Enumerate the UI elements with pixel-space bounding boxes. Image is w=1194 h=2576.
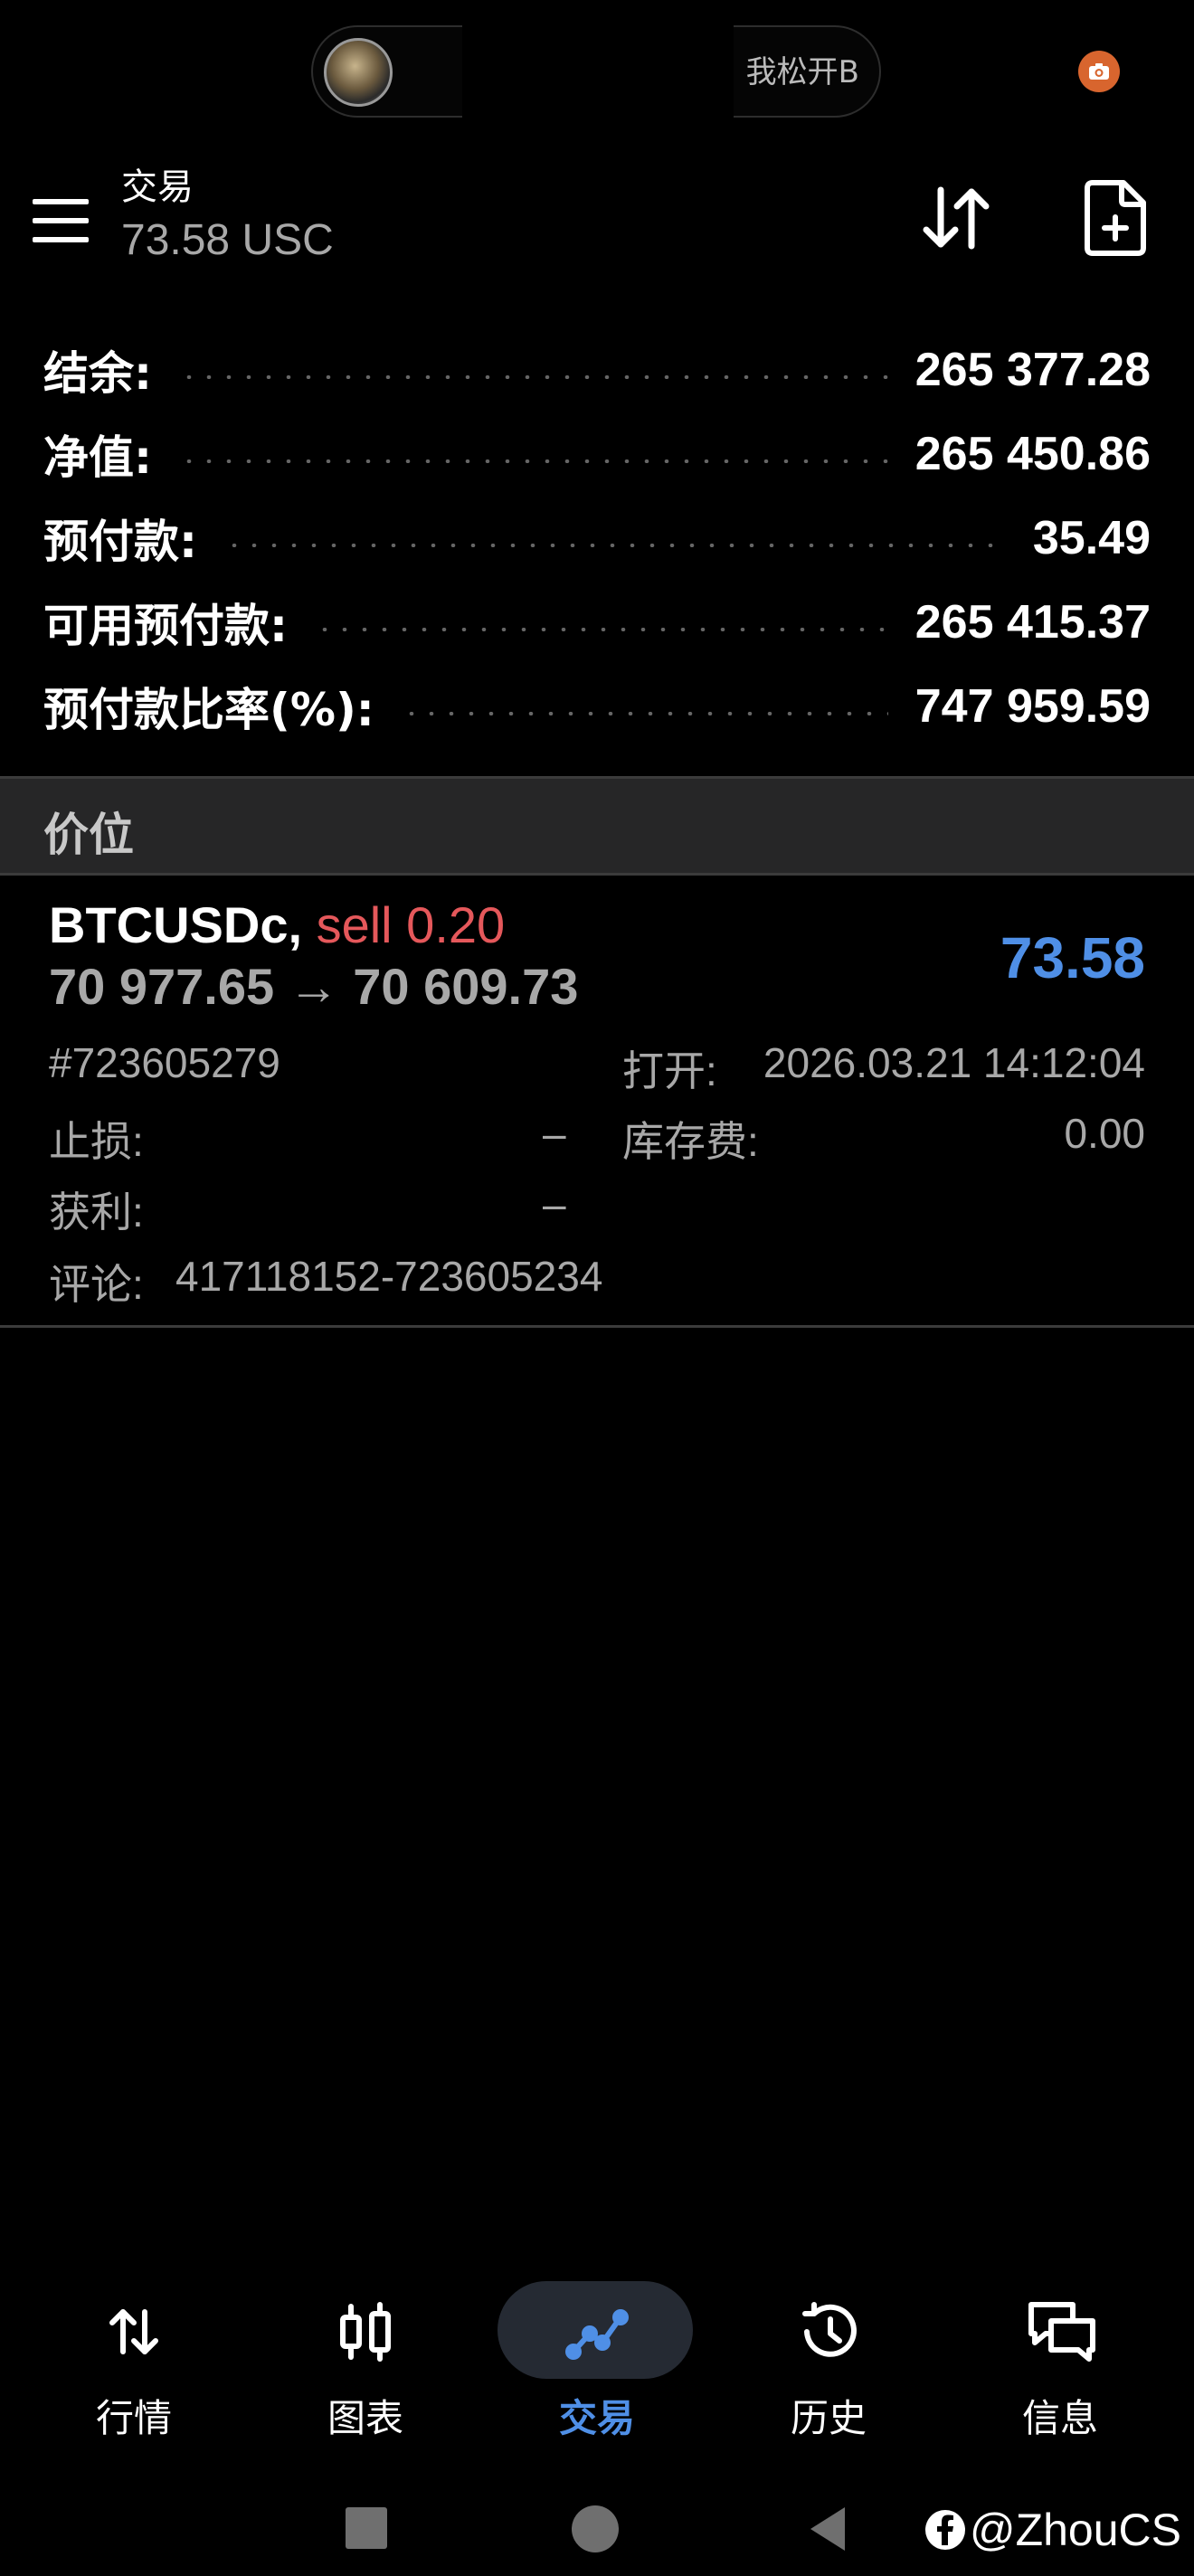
watermark-text: @ZhouCS [969, 2505, 1181, 2555]
sort-icon[interactable] [919, 181, 993, 255]
nav-tab-history[interactable]: 历史 [729, 2261, 928, 2440]
summary-value: 265 377.28 [914, 343, 1151, 396]
page-title: 交易 [121, 166, 194, 208]
comment-value: 417118152-723605234 [175, 1253, 603, 1300]
dot-leader [315, 627, 888, 631]
summary-value: 265 415.37 [914, 595, 1151, 649]
summary-row-margin-level: 预付款比率(%): 747 959.59 [0, 664, 1194, 748]
island-ticker-text: 我松开B [745, 54, 859, 90]
island-cutout [462, 24, 734, 123]
summary-row-equity: 净值: 265 450.86 [0, 412, 1194, 496]
open-time-label: 打开: [622, 1047, 717, 1094]
position-ticket: #723605279 [49, 1039, 280, 1086]
quotes-arrows-icon [109, 2309, 158, 2354]
position-profit: 73.58 [1000, 925, 1145, 990]
nav-tab-trade[interactable]: 交易 [498, 2261, 696, 2440]
summary-label: 预付款比率(%): [43, 683, 374, 736]
summary-value: 265 450.86 [914, 427, 1151, 480]
floating-island[interactable]: 我松开B [311, 24, 881, 123]
recents-button[interactable] [346, 2507, 387, 2549]
page-subtitle-profit: 73.58 USC [121, 216, 334, 264]
summary-row-margin: 预付款: 35.49 [0, 496, 1194, 580]
summary-label: 预付款: [43, 515, 197, 568]
nav-label: 交易 [558, 2396, 635, 2440]
nav-tab-messages[interactable]: 信息 [961, 2261, 1160, 2440]
history-clock-icon [802, 2302, 857, 2357]
position-side-volume: sell 0.20 [316, 896, 506, 953]
positions-section-header: 价位 [0, 776, 1194, 876]
facebook-logo-icon [924, 2510, 965, 2550]
position-symbol: BTCUSDc, [49, 896, 303, 953]
nav-tab-chart[interactable]: 图表 [266, 2261, 465, 2440]
dot-leader [179, 374, 888, 379]
trade-line-icon [565, 2309, 629, 2360]
menu-icon[interactable] [33, 199, 90, 242]
summary-row-free-margin: 可用预付款: 265 415.37 [0, 580, 1194, 664]
summary-label: 净值: [43, 431, 152, 484]
nav-label: 图表 [327, 2396, 403, 2440]
nav-label: 信息 [1021, 2396, 1098, 2440]
swap-label: 库存费: [622, 1118, 759, 1165]
nav-label: 历史 [790, 2396, 867, 2440]
camera-icon [1078, 51, 1120, 92]
summary-label: 结余: [43, 346, 152, 400]
system-navigation-bar: @ZhouCS [0, 2478, 1194, 2576]
account-summary: 结余: 265 377.28 净值: 265 450.86 预付款: 35.49… [0, 327, 1194, 748]
messages-icon [1028, 2302, 1095, 2362]
section-label: 价位 [43, 809, 134, 861]
home-button[interactable] [572, 2505, 619, 2552]
take-profit-label: 获利: [49, 1189, 144, 1236]
open-time-value: 2026.03.21 14:12:04 [763, 1039, 1145, 1086]
watermark: @ZhouCS [924, 2504, 1181, 2556]
status-area: 我松开B [0, 0, 1194, 136]
summary-row-balance: 结余: 265 377.28 [0, 327, 1194, 412]
stop-loss-value: – [543, 1110, 566, 1157]
bottom-navigation: 行情 图表 交易 历史 信息 [0, 2261, 1194, 2440]
new-order-icon[interactable] [1082, 179, 1149, 257]
stop-loss-label: 止损: [49, 1118, 144, 1165]
summary-label: 可用预付款: [43, 599, 288, 652]
nav-tab-quotes[interactable]: 行情 [34, 2261, 233, 2440]
nav-label: 行情 [95, 2396, 172, 2440]
back-button[interactable] [805, 2504, 848, 2554]
candlestick-icon [340, 2302, 391, 2362]
take-profit-value: – [543, 1180, 566, 1227]
comment-label: 评论: [49, 1261, 144, 1308]
position-prices: 70 977.65 → 70 609.73 [49, 958, 579, 1015]
dot-leader [401, 711, 888, 715]
dot-leader [224, 543, 1006, 547]
dot-leader [179, 459, 888, 463]
position-item[interactable]: BTCUSDc, sell 0.20 70 977.65 → 70 609.73… [0, 877, 1194, 1328]
summary-value: 747 959.59 [914, 679, 1151, 733]
avatar[interactable] [324, 38, 393, 107]
app-header: 交易 73.58 USC [0, 145, 1194, 289]
swap-value: 0.00 [1064, 1110, 1145, 1157]
summary-value: 35.49 [1032, 511, 1151, 564]
position-title: BTCUSDc, sell 0.20 [49, 895, 505, 954]
